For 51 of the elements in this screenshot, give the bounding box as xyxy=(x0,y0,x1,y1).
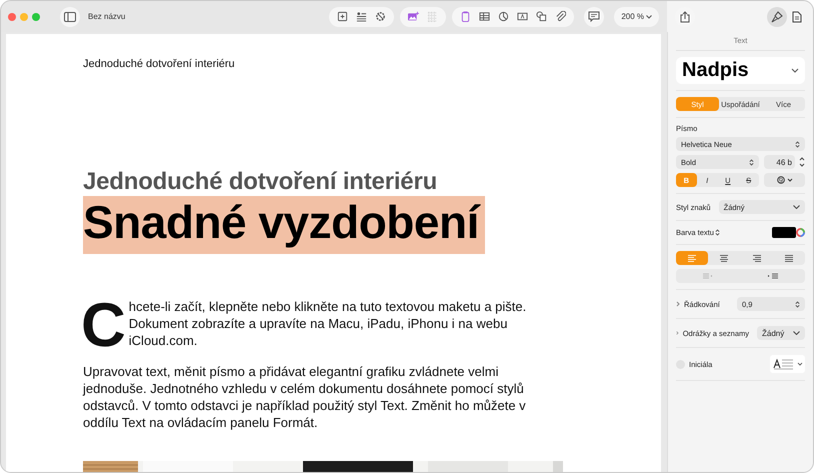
align-icon xyxy=(752,254,761,262)
document-title[interactable]: Snadné vyzdobení xyxy=(83,196,485,254)
comment-icon xyxy=(588,11,600,22)
up-down-icon xyxy=(714,229,720,236)
document-shape-icon[interactable] xyxy=(460,11,472,22)
shapes-icon[interactable] xyxy=(536,11,548,22)
document-icon xyxy=(792,10,802,22)
image-icon[interactable] xyxy=(408,11,420,22)
paragraph-style-dropdown[interactable]: Nadpis xyxy=(676,57,805,84)
chevron-right-icon[interactable] xyxy=(676,301,680,307)
body-paragraph[interactable]: Upravovat text, měnit písmo a přidávat elegantní grafiku zvládnete velmi jednoduše. Jednotného vzhledu v celém dokumentu dosáhnete pomocí stylů odstavců. V tomto odstavci je například použitý styl Text. Změnit ho můžete v oddílu Text na ovládacím panelu Formát. xyxy=(83,363,529,431)
text-options-icon xyxy=(776,176,794,184)
document-subtitle: Jednoduché dotvoření interiéru xyxy=(83,168,438,196)
drop-cap: C xyxy=(81,300,126,352)
color-swatch[interactable] xyxy=(772,227,796,238)
sidebar-icon xyxy=(64,12,76,22)
page-header: Jednoduché dotvoření interiéru xyxy=(83,58,236,70)
stepper-icon[interactable] xyxy=(799,156,805,168)
add-page-icon[interactable] xyxy=(337,11,348,22)
indent-icon xyxy=(768,273,778,279)
format-button[interactable] xyxy=(767,6,787,26)
chevron-down-icon xyxy=(793,331,800,335)
up-down-icon xyxy=(795,140,800,148)
chart-icon[interactable] xyxy=(498,11,510,22)
drop-cap-style-icon xyxy=(772,358,802,370)
zoom-dropdown[interactable]: 200 % xyxy=(614,6,659,26)
comment-button[interactable] xyxy=(584,6,604,26)
chevron-right-icon[interactable] xyxy=(676,330,679,336)
outdent-icon xyxy=(703,273,714,279)
color-wheel-icon[interactable] xyxy=(796,228,805,237)
chevron-down-icon xyxy=(646,14,652,18)
up-down-icon xyxy=(749,158,754,166)
align-icon xyxy=(720,254,728,262)
text-options-button[interactable] xyxy=(764,173,805,187)
window-title: Bez názvu xyxy=(88,12,126,21)
align-icon xyxy=(688,254,696,262)
chevron-down-icon xyxy=(793,205,800,209)
font-size-field[interactable]: 46 b xyxy=(764,155,795,169)
paperclip-icon[interactable] xyxy=(555,11,566,22)
table-icon[interactable] xyxy=(479,11,490,22)
body-paragraph[interactable]: hcete-li začít, klepněte nebo klikněte na tuto textovou maketu a pište. Dokument zobrazíte a upravíte na Macu, iPadu, iPhonu i na webu iCloud.com. xyxy=(128,298,561,349)
brush-icon xyxy=(771,10,783,22)
chevron-down-icon xyxy=(791,68,799,73)
drop-cap-style-dropdown[interactable] xyxy=(770,355,805,373)
text-box-icon[interactable] xyxy=(517,11,528,22)
share-icon xyxy=(680,10,690,22)
align-icon xyxy=(784,254,793,262)
text-list-icon[interactable] xyxy=(356,11,368,22)
bullets-dropdown[interactable]: Žádný xyxy=(757,326,805,340)
up-down-icon xyxy=(795,300,800,308)
sidebar-toggle-button[interactable] xyxy=(60,6,80,26)
